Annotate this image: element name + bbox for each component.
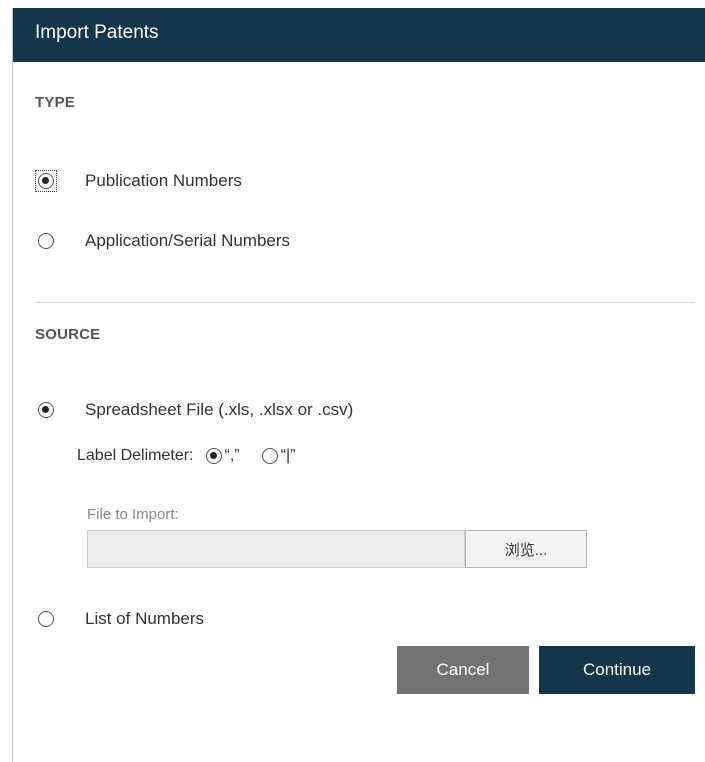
browse-button[interactable]: 浏览... — [465, 530, 587, 568]
section-divider — [35, 302, 695, 303]
delimiter-comma-radio[interactable] — [205, 448, 222, 464]
list-of-numbers-label: List of Numbers — [85, 609, 205, 628]
application-serial-numbers-label: Application/Serial Numbers — [85, 231, 291, 250]
list-of-numbers-radio[interactable] — [38, 611, 54, 627]
label-delimiter-row: Label Delimeter: “,” “|” — [77, 442, 295, 470]
radio-wrap — [35, 608, 57, 630]
file-to-import-label: File to Import: — [87, 506, 179, 523]
delimiter-pipe-label: “|” — [280, 447, 296, 464]
label-delimiter-label: Label Delimeter: — [77, 447, 194, 464]
type-option-application-serial-numbers[interactable]: Application/Serial Numbers — [35, 228, 290, 254]
source-section-heading: SOURCE — [35, 326, 101, 343]
radio-focus-ring — [35, 170, 57, 192]
delimiter-option-pipe[interactable]: “|” — [261, 447, 296, 465]
file-path-field[interactable] — [87, 530, 465, 568]
import-patents-dialog: Import Patents TYPE Publication Numbers … — [12, 8, 705, 762]
cancel-button[interactable]: Cancel — [397, 646, 529, 694]
publication-numbers-radio[interactable] — [38, 173, 54, 189]
dialog-header: Import Patents — [13, 8, 705, 62]
continue-button[interactable]: Continue — [539, 646, 695, 694]
radio-wrap — [35, 230, 57, 252]
spreadsheet-file-label: Spreadsheet File (.xls, .xlsx or .csv) — [85, 400, 354, 419]
type-section-heading: TYPE — [35, 94, 75, 111]
publication-numbers-label: Publication Numbers — [85, 171, 242, 190]
type-option-publication-numbers[interactable]: Publication Numbers — [35, 168, 242, 194]
delimiter-pipe-radio[interactable] — [261, 448, 278, 464]
radio-wrap — [35, 399, 57, 421]
delimiter-comma-label: “,” — [224, 447, 240, 464]
delimiter-option-comma[interactable]: “,” — [205, 447, 240, 465]
source-option-spreadsheet-file[interactable]: Spreadsheet File (.xls, .xlsx or .csv) — [35, 397, 353, 423]
dialog-title: Import Patents — [35, 22, 159, 43]
application-serial-numbers-radio[interactable] — [38, 233, 54, 249]
source-option-list-of-numbers[interactable]: List of Numbers — [35, 606, 204, 632]
spreadsheet-file-radio[interactable] — [38, 402, 54, 418]
